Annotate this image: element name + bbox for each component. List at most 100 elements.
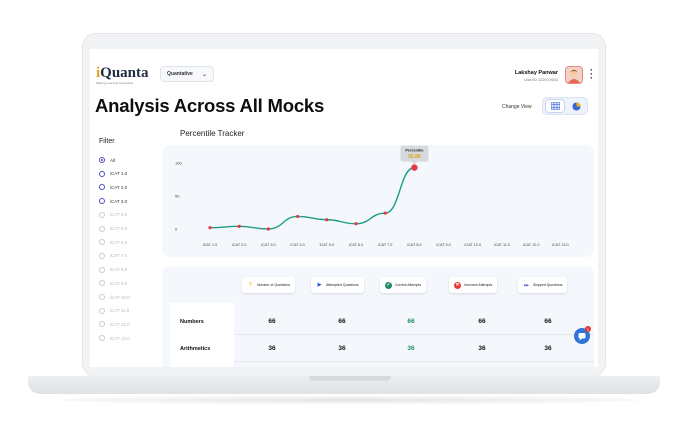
x-tick-label: iCAT 8.0 <box>407 243 421 247</box>
laptop-shadow <box>60 396 640 404</box>
filter-item: iCAT 12.0 <box>99 321 130 328</box>
x-tick-label: iCAT 9.0 <box>436 243 450 247</box>
x-tick-label: iCAT 7.0 <box>378 243 392 247</box>
view-toggle <box>542 97 588 115</box>
filter-item-label: iCAT 12.0 <box>110 321 130 327</box>
filter-item-label: iCAT 4.0 <box>110 212 128 218</box>
column-header-label: Skipped Questions <box>533 283 563 287</box>
x-tick-label: iCAT 10.0 <box>465 243 482 247</box>
percentile-line-chart: 100 50 0 iCAT 1.0 iCAT 2.0 iCAT 3.0 iCAT 4.0 iC… <box>175 145 569 247</box>
skip-icon: ▶▶ <box>524 283 529 287</box>
checkmark-icon: ✓ <box>385 281 392 289</box>
row-label: Numbers <box>180 319 204 325</box>
radio-button[interactable] <box>99 157 105 163</box>
user-id: UserID 122017643 <box>524 77 558 82</box>
chart-view-button[interactable] <box>567 100 585 112</box>
filter-item-label: iCAT 10.0 <box>110 294 130 300</box>
radio-button <box>99 211 105 218</box>
filter-item-label: All <box>110 157 116 163</box>
more-options-icon[interactable]: · · · <box>590 66 593 83</box>
filter-item[interactable]: iCAT 3.0 <box>99 198 128 205</box>
filter-item[interactable]: iCAT 2.0 <box>99 184 127 191</box>
column-header-tag: ? Number of Questions <box>242 277 296 293</box>
filter-item: iCAT 11.0 <box>99 307 129 314</box>
section-dropdown[interactable]: Quantative ⌄ <box>160 66 214 82</box>
filter-item-label: iCAT 8.0 <box>110 267 128 273</box>
section-dropdown-value: Quantative <box>167 71 193 77</box>
table-cell: 66 <box>478 318 486 325</box>
laptop-notch <box>309 376 391 381</box>
table-cell: 66 <box>268 318 276 325</box>
cursor-arrow-icon: ▶ <box>317 282 322 288</box>
column-header-label: Correct Attempts <box>395 283 422 287</box>
filter-item: iCAT 9.0 <box>99 280 127 287</box>
radio-button <box>99 225 105 232</box>
table-view-button[interactable] <box>546 100 564 112</box>
radio-button[interactable] <box>99 184 105 191</box>
question-mark-icon: ? <box>248 282 253 288</box>
x-tick-label: iCAT 1.0 <box>203 243 217 247</box>
filter-item-label: iCAT 7.0 <box>110 253 128 259</box>
data-point <box>383 211 387 215</box>
filter-item: iCAT 7.0 <box>99 252 128 259</box>
logo-text-rest: Quanta <box>100 65 149 81</box>
radio-button[interactable] <box>99 198 105 205</box>
x-tick-label: iCAT 11.0 <box>494 243 510 247</box>
y-tick-label: 100 <box>175 161 182 166</box>
tooltip-label: Percentile <box>405 149 423 153</box>
radio-button <box>99 280 105 287</box>
table-cell: 66 <box>544 318 552 325</box>
page-title: Analysis Across All Mocks <box>95 95 325 116</box>
logo: iQuanta <box>96 65 149 81</box>
table-cell: 66 <box>338 318 346 325</box>
y-tick-label: 0 <box>175 227 178 232</box>
table-cell: 36 <box>268 345 276 352</box>
radio-button <box>99 239 105 246</box>
x-tick-label: iCAT 13.0 <box>552 243 569 247</box>
radio-button <box>99 335 105 342</box>
table-cell: 66 <box>407 318 415 325</box>
radio-button[interactable] <box>99 170 105 177</box>
radio-button <box>99 294 105 300</box>
filter-item-label: iCAT 5.0 <box>110 226 128 231</box>
filter-item-label: iCAT 6.0 <box>110 239 128 245</box>
tooltip-arrow <box>411 161 418 165</box>
tooltip-value: 92.89 <box>408 154 421 160</box>
table-cell: 36 <box>338 345 346 352</box>
table-cell: 36 <box>544 345 552 352</box>
column-header-tag: ✓ Correct Attempts <box>380 277 427 293</box>
data-point <box>325 218 329 222</box>
avatar[interactable] <box>565 66 583 84</box>
filter-title: Filter <box>99 138 115 145</box>
column-header-label: Number of Questions <box>257 283 291 287</box>
user-avatar-icon <box>566 67 582 83</box>
table-grid-icon <box>550 102 560 110</box>
user-name: Lakshay Panwar <box>514 70 558 76</box>
x-tick-label: iCAT 2.0 <box>232 243 246 247</box>
row-divider <box>234 361 594 362</box>
percentile-chart-card: 100 50 0 iCAT 1.0 iCAT 2.0 iCAT 3.0 iCAT 4.0 iC… <box>162 145 594 257</box>
radio-button <box>99 307 105 314</box>
filter-item: iCAT 5.0 <box>99 225 128 232</box>
column-header-tag: ▶▶ Skipped Questions <box>518 277 568 293</box>
row-label: Arithmetics <box>180 346 211 352</box>
filter-item[interactable]: iCAT 1.0 <box>99 170 128 177</box>
filter-item: iCAT 13.0 <box>99 335 130 342</box>
data-point <box>411 164 418 171</box>
filter-item-label: iCAT 1.0 <box>110 171 128 177</box>
filter-item[interactable]: All <box>99 157 115 163</box>
x-tick-label: iCAT 4.0 <box>290 243 304 247</box>
data-point <box>296 214 300 219</box>
app-screen: iQuanta Making Learning Accessible Quant… <box>90 49 598 367</box>
pie-chart-icon <box>571 101 581 111</box>
series-line <box>209 166 415 230</box>
filter-item: iCAT 4.0 <box>99 211 128 218</box>
filter-item-label: iCAT 3.0 <box>110 198 128 204</box>
chat-notification-badge: 1 <box>585 326 591 332</box>
table-cell: 36 <box>478 345 486 352</box>
chevron-down-icon: ⌄ <box>201 71 207 78</box>
column-header-tag: ▶ Attempted Questions <box>311 277 364 293</box>
column-header-label: Incorrect Attempts <box>464 283 493 287</box>
filter-item: iCAT 8.0 <box>99 266 128 273</box>
cross-icon: ✕ <box>454 281 461 289</box>
